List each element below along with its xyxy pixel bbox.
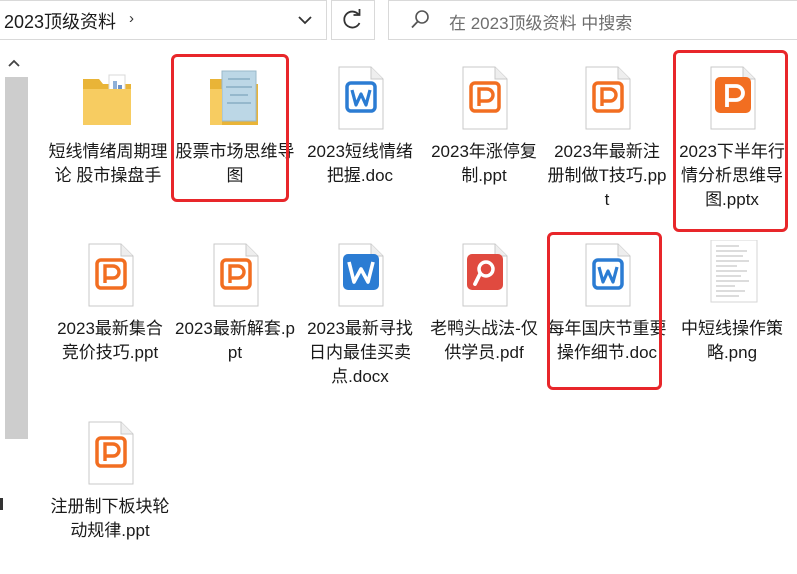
ppt-file-icon — [572, 63, 642, 133]
scrollbar-thumb[interactable] — [5, 77, 28, 439]
ppt-file-icon — [75, 418, 145, 488]
search-box[interactable]: 在 2023顶级资料 中搜索 — [388, 0, 797, 40]
file-name: 股票市场思维导图 — [175, 142, 295, 185]
refresh-icon — [343, 9, 361, 29]
search-icon — [411, 10, 429, 29]
file-name: 2023最新寻找日内最佳买卖点.docx — [307, 319, 413, 386]
file-item[interactable]: 2023最新集合竞价技巧.ppt — [50, 240, 170, 365]
refresh-button[interactable] — [331, 0, 375, 40]
ppt-file-icon — [697, 63, 767, 133]
search-placeholder[interactable]: 在 2023顶级资料 中搜索 — [449, 9, 632, 34]
file-name: 2023年涨停复制.ppt — [431, 142, 537, 185]
file-name: 老鸭头战法-仅供学员.pdf — [430, 319, 538, 362]
file-name: 2023下半年行情分析思维导图.pptx — [679, 142, 785, 209]
file-name: 2023最新解套.ppt — [175, 319, 295, 362]
file-name: 短线情绪周期理论 股市操盘手 — [48, 142, 168, 185]
file-name: 每年国庆节重要操作细节.doc — [547, 319, 667, 362]
ppt-file-icon — [449, 63, 519, 133]
ppt-file-icon — [75, 240, 145, 310]
breadcrumb-current-folder[interactable]: 2023顶级资料 — [4, 8, 116, 34]
file-name: 2023短线情绪把握.doc — [307, 142, 413, 185]
file-item[interactable]: 2023下半年行情分析思维导图.pptx — [672, 63, 792, 212]
file-item[interactable]: 2023最新寻找日内最佳买卖点.docx — [300, 240, 420, 389]
word-doc-icon — [572, 240, 642, 310]
word-doc-icon — [325, 63, 395, 133]
ppt-file-icon — [200, 240, 270, 310]
file-item[interactable]: 注册制下板块轮动规律.ppt — [50, 418, 170, 543]
file-name: 2023最新集合竞价技巧.ppt — [57, 319, 163, 362]
breadcrumb-chevron-icon[interactable]: › — [129, 10, 134, 27]
file-item[interactable]: 每年国庆节重要操作细节.doc — [547, 240, 667, 365]
address-toolbar: 2023顶级资料 › 在 2023顶级资料 中搜索 — [0, 0, 797, 40]
image-thumbnail-icon — [697, 239, 767, 310]
address-bar[interactable]: 2023顶级资料 › — [0, 0, 327, 40]
pdf-file-icon — [449, 240, 519, 310]
file-item[interactable]: 老鸭头战法-仅供学员.pdf — [424, 240, 544, 365]
folder-icon — [200, 63, 270, 133]
file-name: 注册制下板块轮动规律.ppt — [50, 497, 170, 540]
file-name: 中短线操作策略.png — [681, 319, 783, 362]
file-item[interactable]: 2023短线情绪把握.doc — [300, 63, 420, 188]
file-item[interactable]: 短线情绪周期理论 股市操盘手 — [48, 63, 168, 188]
file-name: 2023年最新注册制做T技巧.ppt — [547, 142, 667, 209]
file-item[interactable]: 2023年最新注册制做T技巧.ppt — [547, 63, 667, 212]
file-item[interactable]: 2023最新解套.ppt — [175, 240, 295, 365]
file-item[interactable]: 股票市场思维导图 — [175, 63, 295, 188]
file-item[interactable]: 2023年涨停复制.ppt — [424, 63, 544, 188]
pane-edge-mark — [0, 498, 3, 510]
file-item[interactable]: 中短线操作策略.png — [672, 239, 792, 365]
folder-icon — [73, 63, 143, 133]
scroll-up-arrow-icon[interactable] — [3, 52, 25, 74]
nav-pane-scrollbar[interactable] — [0, 49, 30, 574]
chevron-down-icon[interactable] — [291, 6, 319, 34]
word-doc-icon — [325, 240, 395, 310]
